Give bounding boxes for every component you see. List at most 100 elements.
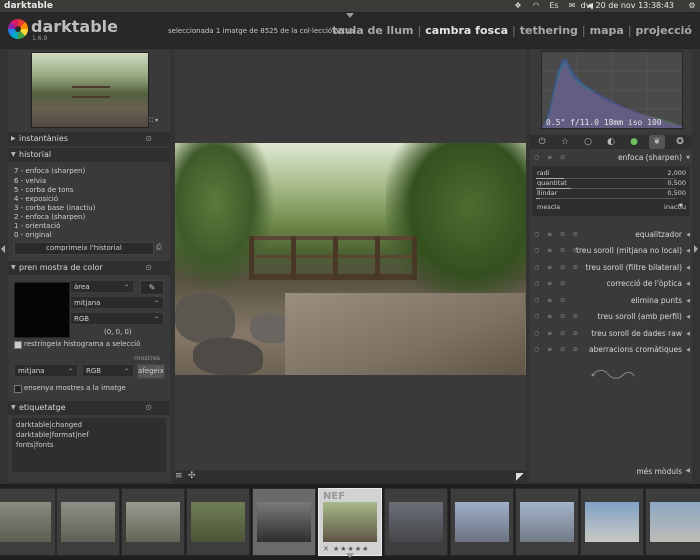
view-map[interactable]: mapa [590, 24, 624, 37]
view-darkroom[interactable]: cambra fosca [425, 24, 508, 37]
half-circle-icon[interactable]: ◐ [603, 135, 619, 149]
view-slideshow[interactable]: projecció [636, 24, 692, 37]
lock-icon[interactable]: ⎙ [156, 243, 162, 252]
slider-fill [536, 198, 541, 199]
window-title: darktable [4, 1, 53, 11]
reject-icon[interactable]: ✕ [323, 545, 329, 553]
star-rating[interactable]: ★★★★★ [333, 545, 369, 553]
mail-icon[interactable]: ✉ [566, 1, 578, 11]
star-icon[interactable]: ☆ [557, 135, 573, 149]
right-panel-toggle-icon[interactable] [694, 245, 698, 253]
module-row[interactable]: ○ ≡ ⊙ ⊙ treu soroll de dades raw ◀ [530, 327, 692, 341]
sample-model-select[interactable]: RGB ⌃ [82, 364, 134, 377]
color-swatch [14, 282, 70, 338]
module-sharpen-header[interactable]: ○ ≡ ⊙ enfoca (sharpen) ▼ [530, 151, 692, 165]
show-samples-label: ensenya mostres a la imatge [24, 384, 126, 392]
history-item[interactable]: 0 - original [14, 231, 52, 239]
reset-icon: ⊙ [145, 134, 152, 143]
keyboard-icon[interactable]: Es [548, 1, 560, 11]
module-row[interactable]: ○ ≡ ⊙ ⊙ treu soroll (filtre bilateral) ◀ [530, 261, 692, 275]
module-row[interactable]: ○ ≡ ⊙ correcció de l'òptica ◀ [530, 277, 692, 291]
circle-icon[interactable]: ○ [580, 135, 596, 149]
restrict-histogram-label: restringeix histograma a selecció [24, 340, 141, 348]
top-panel-toggle-icon[interactable] [346, 13, 354, 18]
history-item[interactable]: 6 - velvia [14, 177, 46, 185]
history-item[interactable]: 1 - orientació [14, 222, 60, 230]
slider-value: 2,000 [667, 169, 686, 177]
main-image[interactable] [175, 143, 526, 375]
filmstrip-thumbnail[interactable] [0, 488, 56, 556]
filmstrip-thumbnail[interactable] [645, 488, 700, 556]
ornament-icon [591, 369, 635, 379]
filmstrip-thumbnail[interactable] [515, 488, 579, 556]
styles-icon[interactable]: ✣ [188, 471, 196, 481]
add-sample-button[interactable]: afegeix [137, 364, 165, 379]
bottom-panel-toggle-icon[interactable] [346, 553, 354, 558]
overexposed-toggle-icon[interactable] [516, 473, 524, 481]
slider-label: llindar [537, 189, 558, 197]
power-icon[interactable]: ⏻ [534, 135, 550, 149]
restrict-histogram-checkbox[interactable] [14, 341, 22, 349]
chevron-left-icon[interactable]: ◀ [685, 467, 690, 474]
filmstrip-thumbnail[interactable] [450, 488, 514, 556]
color-icon[interactable]: ● [626, 135, 642, 149]
power-menu-icon[interactable]: ⚙ [686, 1, 698, 11]
app-name: darktable [31, 17, 119, 36]
left-panel-toggle-icon[interactable] [1, 245, 5, 253]
chevron-down-icon[interactable]: ▼ [679, 203, 683, 209]
sample-stat-select[interactable]: mitjana ⌃ [14, 364, 78, 377]
show-samples-checkbox[interactable] [14, 385, 22, 393]
reset-icon: ⊙ [145, 403, 152, 412]
clock[interactable]: dv, 20 de nov 13:38:43 [581, 0, 674, 12]
picker-stat-select[interactable]: mitjana ⌃ [70, 296, 164, 309]
menu-icon[interactable]: ≡ [175, 471, 183, 481]
color-picker-header[interactable]: ▼ pren mostra de color ⊙ [8, 261, 170, 275]
filmstrip-thumbnail-selected[interactable]: NEF ✕ ★★★★★ [318, 488, 382, 556]
effect-icon[interactable]: ✪ [672, 135, 688, 149]
blend-label: mescla [537, 203, 561, 211]
view-tethering[interactable]: tethering [520, 24, 578, 37]
filmstrip-thumbnail[interactable] [580, 488, 644, 556]
module-row[interactable]: ○ ≡ ⊙ elimina punts ◀ [530, 294, 692, 308]
filmstrip-thumbnail[interactable] [56, 488, 120, 556]
navigation-thumbnail[interactable] [31, 52, 149, 128]
zoom-fit-icon[interactable]: ⛶ ▾ [149, 117, 158, 125]
tagging-header[interactable]: ▼ etiquetatge ⊙ [8, 401, 170, 415]
picker-mode-select[interactable]: àrea ⌃ [70, 280, 134, 293]
compress-history-button[interactable]: comprimeix l'historial [14, 242, 154, 255]
snapshots-header[interactable]: ▶ instantànies ⊙ [8, 132, 170, 146]
filmstrip-thumbnail[interactable] [186, 488, 250, 556]
history-header[interactable]: ▼ historial [8, 148, 170, 162]
tag-item[interactable]: darktable|format|nef [16, 431, 89, 439]
module-row[interactable]: ○ ≡ ⊙ ⊙ equalitzador ◀ [530, 228, 692, 242]
filmstrip-thumbnail[interactable] [121, 488, 185, 556]
picker-model-select[interactable]: RGB ⌃ [70, 312, 164, 325]
history-item[interactable]: 3 - corba base (inactiu) [14, 204, 95, 212]
samples-label: mostres [134, 354, 161, 362]
history-item[interactable]: 4 - exposició [14, 195, 58, 203]
picker-values: (0, 0, 0) [104, 328, 132, 336]
history-item[interactable]: 7 - enfoca (sharpen) [14, 167, 85, 175]
dropbox-icon[interactable]: ❖ [512, 1, 524, 11]
slider-label: radi [537, 169, 550, 177]
history-item[interactable]: 2 - enfoca (sharpen) [14, 213, 85, 221]
slider-threshold[interactable] [536, 198, 676, 199]
module-row[interactable]: ○ ≡ ⊙ ⊙ treu soroll (amb perfil) ◀ [530, 310, 692, 324]
module-controls-icon: ○ ≡ ⊙ [534, 154, 569, 161]
view-lighttable[interactable]: taula de llum [332, 24, 414, 37]
reset-icon: ⊙ [145, 263, 152, 272]
wifi-icon[interactable]: ◠ [530, 1, 542, 11]
module-row[interactable]: ○ ≡ ⊙ ⊙ treu soroll (mitjana no local) ◀ [530, 244, 692, 258]
filmstrip-thumbnail[interactable] [252, 488, 316, 556]
filmstrip-thumbnail[interactable] [384, 488, 448, 556]
history-item[interactable]: 5 - corba de tons [14, 186, 73, 194]
more-modules-label[interactable]: més mòduls [636, 467, 682, 476]
center-bottom-toolbar: ≡ ✣ [175, 471, 526, 484]
tag-item[interactable]: darktable|changed [16, 421, 82, 429]
color-picker-icon[interactable]: ✎ [140, 280, 164, 295]
module-row[interactable]: ○ ≡ ⊙ ⊙ aberracions cromàtiques ◀ [530, 343, 692, 357]
tag-item[interactable]: fonts|fonts [16, 441, 54, 449]
slider-value: 0,500 [667, 189, 686, 197]
module-groups: ⏻ ☆ ○ ◐ ● ❦ ✪ [530, 135, 692, 149]
leaf-icon[interactable]: ❦ [649, 135, 665, 149]
